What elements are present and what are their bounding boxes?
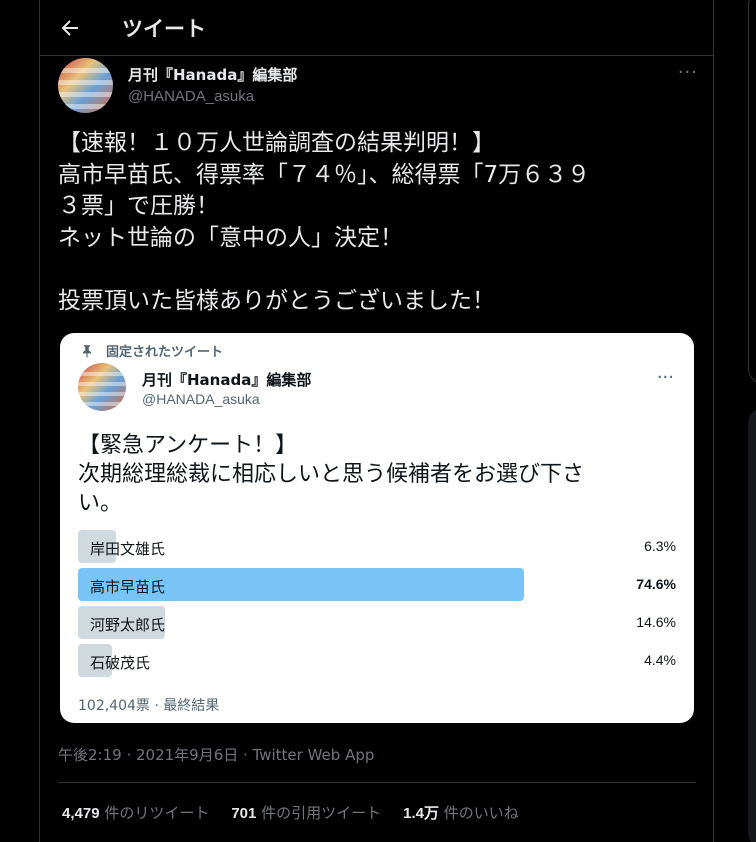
quoted-more-options-icon[interactable]: ···: [657, 367, 674, 388]
poll-option-label: 高市早苗氏: [90, 578, 166, 596]
poll-option-label: 石破茂氏: [90, 654, 151, 672]
likes-stat[interactable]: 1.4万 件のいいね: [403, 802, 519, 823]
right-sidebar-panel-lower: [748, 408, 756, 842]
tweet-line: ネット世論の「意中の人」決定！: [58, 224, 403, 251]
likes-count: 1.4万: [403, 805, 439, 822]
poll-option: 高市早苗氏 74.6%: [78, 568, 676, 601]
quotes-label: 件の引用ツイート: [256, 804, 382, 822]
author-handle[interactable]: @HANADA_asuka: [128, 88, 254, 105]
quotes-count: 701: [231, 805, 257, 822]
poll-option-percent: 74.6%: [636, 576, 676, 592]
quoted-line: 【緊急アンケート！】: [78, 433, 298, 458]
retweets-stat[interactable]: 4,479 件のリツイート: [62, 802, 209, 823]
tweet-text: 【速報！１０万人世論調査の結果判明！】 高市早苗氏、得票率「７４％」、総得票「7…: [58, 128, 698, 317]
tweet-stats: 4,479 件のリツイート 701 件の引用ツイート 1.4万 件のいいね: [62, 802, 541, 823]
quoted-avatar[interactable]: [78, 363, 126, 411]
main-column: ツイート 月刊『Hanada』編集部 @HANADA_asuka ··· 【速報…: [39, 0, 714, 842]
tweet-line: 【速報！１０万人世論調査の結果判明！】: [58, 130, 495, 156]
page-header: ツイート: [40, 0, 713, 56]
tweet-timestamp[interactable]: 午後2:19 · 2021年9月6日 · Twitter Web App: [58, 744, 374, 765]
retweets-count: 4,479: [62, 805, 100, 822]
poll-option-percent: 14.6%: [636, 614, 676, 630]
quoted-tweet-text: 【緊急アンケート！】 次期総理総裁に相応しいと思う候補者をお選び下さ い。: [78, 431, 678, 518]
right-sidebar-panel: [748, 0, 756, 384]
tweet-line: 高市早苗氏、得票率「７４％」、総得票「7万６３９: [58, 161, 591, 188]
quoted-author-name[interactable]: 月刊『Hanada』編集部: [142, 369, 311, 390]
poll-option: 河野太郎氏 14.6%: [78, 606, 676, 639]
more-options-icon[interactable]: ···: [678, 62, 698, 83]
retweets-label: 件のリツイート: [99, 804, 210, 822]
pin-icon: [82, 344, 92, 358]
poll-option-label: 岸田文雄氏: [90, 540, 166, 558]
quoted-author-handle[interactable]: @HANADA_asuka: [142, 391, 260, 407]
back-arrow-icon[interactable]: [58, 16, 82, 40]
tweet-line: ３票」で圧勝！: [58, 193, 219, 219]
poll-option-label: 河野太郎氏: [90, 616, 166, 634]
pinned-indicator: 固定されたツイート: [80, 341, 223, 360]
quoted-line: 次期総理総裁に相応しいと思う候補者をお選び下さ: [78, 462, 585, 487]
tweet-author: 月刊『Hanada』編集部 @HANADA_asuka ···: [58, 58, 698, 114]
poll: 岸田文雄氏 6.3% 高市早苗氏 74.6% 河野太郎氏 14.6% 石破茂氏 …: [78, 530, 676, 682]
divider: [58, 782, 696, 783]
poll-option: 岸田文雄氏 6.3%: [78, 530, 676, 563]
likes-label: 件のいいね: [439, 804, 519, 822]
tweet-line: 投票頂いた皆様ありがとうございました！: [58, 287, 495, 314]
page-title: ツイート: [122, 16, 206, 41]
quoted-line: い。: [78, 491, 123, 516]
quoted-tweet-card[interactable]: 固定されたツイート 月刊『Hanada』編集部 @HANADA_asuka ··…: [60, 333, 694, 723]
poll-option-percent: 4.4%: [644, 652, 676, 668]
quotes-stat[interactable]: 701 件の引用ツイート: [231, 802, 381, 823]
poll-footer: 102,404票 · 最終結果: [78, 698, 220, 714]
avatar[interactable]: [58, 58, 113, 113]
pinned-label: 固定されたツイート: [106, 345, 224, 360]
poll-option: 石破茂氏 4.4%: [78, 644, 676, 677]
author-name[interactable]: 月刊『Hanada』編集部: [128, 64, 297, 85]
poll-option-percent: 6.3%: [644, 538, 676, 554]
